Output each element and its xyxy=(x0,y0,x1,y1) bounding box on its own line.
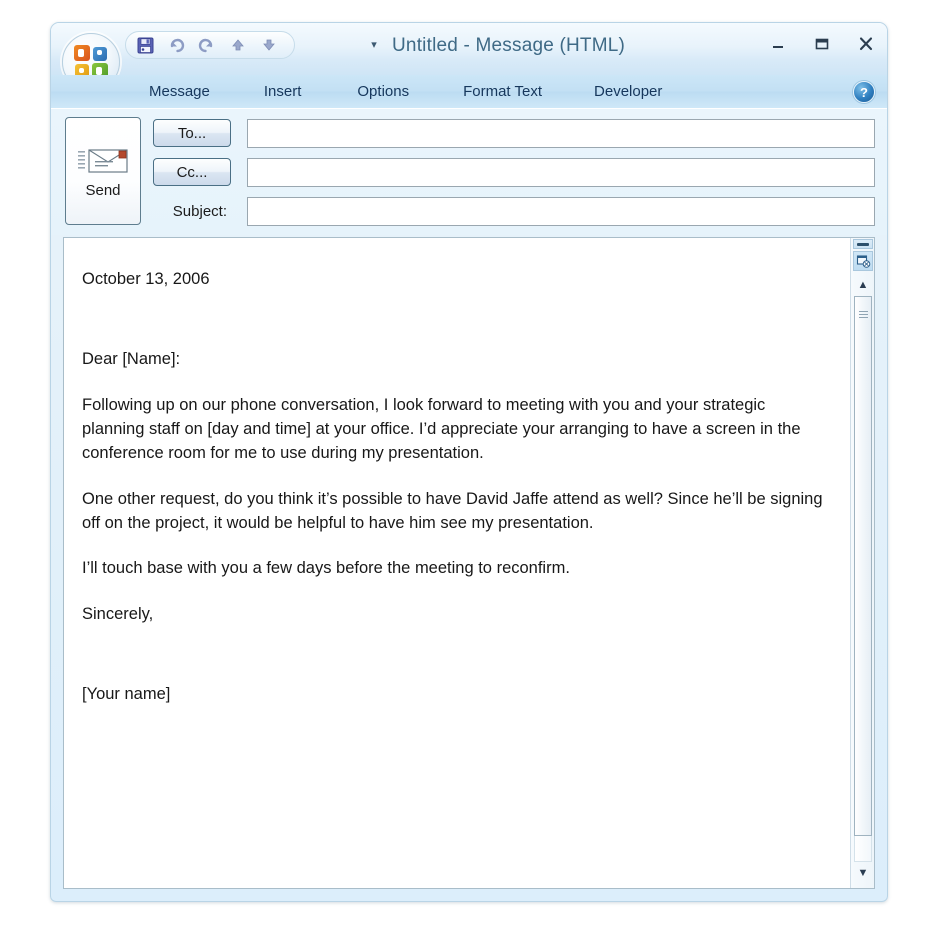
next-item-icon[interactable] xyxy=(258,34,280,56)
title-bar: ▾ Untitled - Message (HTML) xyxy=(51,23,887,91)
window-controls xyxy=(767,33,877,55)
select-browse-object-icon[interactable] xyxy=(853,251,873,271)
screen: ▾ Untitled - Message (HTML) Message Inse… xyxy=(0,0,938,928)
body-salutation: Dear [Name]: xyxy=(82,349,181,368)
to-button[interactable]: To... xyxy=(153,119,231,147)
tab-message[interactable]: Message xyxy=(139,83,220,100)
subject-label: Subject: xyxy=(172,202,227,220)
message-body-text[interactable]: October 13, 2006 Dear [Name]: Following … xyxy=(82,268,826,729)
message-window: ▾ Untitled - Message (HTML) Message Inse… xyxy=(50,22,888,902)
send-button[interactable]: Send xyxy=(65,117,141,225)
cc-input[interactable] xyxy=(247,157,875,187)
envelope-icon xyxy=(77,144,129,178)
body-paragraph-2: One other request, do you think it’s pos… xyxy=(82,489,823,532)
body-closing: Sincerely, xyxy=(82,605,154,624)
subject-row: Subject: xyxy=(153,195,875,227)
scrollbar-thumb[interactable] xyxy=(854,296,872,836)
minimize-button[interactable] xyxy=(767,33,789,55)
scroll-up-button[interactable]: ▲ xyxy=(854,276,872,294)
quick-access-toolbar xyxy=(125,31,295,59)
tab-options[interactable]: Options xyxy=(347,83,419,100)
scrollbar-grip xyxy=(859,311,868,320)
close-button[interactable] xyxy=(855,33,877,55)
cc-row: Cc... xyxy=(153,156,875,188)
message-body-area[interactable]: October 13, 2006 Dear [Name]: Following … xyxy=(63,237,875,889)
recipient-fields: To... Cc... Subject: xyxy=(153,117,875,234)
ribbon-tab-strip: Message Insert Options Format Text Devel… xyxy=(51,75,887,109)
to-input[interactable] xyxy=(247,118,875,148)
split-window-handle[interactable] xyxy=(853,239,873,249)
tab-developer[interactable]: Developer xyxy=(584,83,672,100)
redo-icon[interactable] xyxy=(196,34,218,56)
tab-format-text[interactable]: Format Text xyxy=(453,83,552,100)
body-signature: [Your name] xyxy=(82,685,171,704)
body-paragraph-1: Following up on our phone conversation, … xyxy=(82,395,801,462)
cc-button[interactable]: Cc... xyxy=(153,158,231,186)
vertical-scrollbar[interactable]: ▲ ▼ xyxy=(850,238,874,888)
tab-insert[interactable]: Insert xyxy=(254,83,312,100)
maximize-button[interactable] xyxy=(811,33,833,55)
previous-item-icon[interactable] xyxy=(227,34,249,56)
customize-quick-access-icon[interactable]: ▾ xyxy=(366,36,382,52)
subject-input[interactable] xyxy=(247,196,875,226)
help-icon[interactable]: ? xyxy=(853,81,875,103)
body-date: October 13, 2006 xyxy=(82,270,210,288)
compose-header: Send To... Cc... Subject: xyxy=(51,109,887,235)
body-paragraph-3: I’ll touch base with you a few days befo… xyxy=(82,559,570,578)
scroll-down-button[interactable]: ▼ xyxy=(854,864,872,882)
window-title: Untitled - Message (HTML) xyxy=(392,35,626,56)
undo-icon[interactable] xyxy=(165,34,187,56)
send-button-label: Send xyxy=(85,181,121,199)
save-icon[interactable] xyxy=(134,34,156,56)
to-row: To... xyxy=(153,117,875,149)
